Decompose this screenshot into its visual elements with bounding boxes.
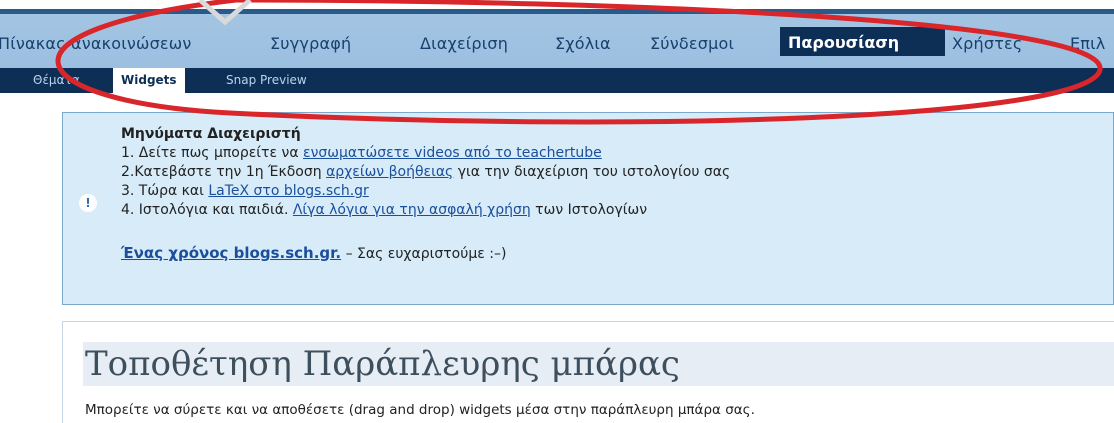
help-files-link[interactable]: αρχείων βοήθειας xyxy=(326,164,453,180)
admin-header-strip xyxy=(0,0,1114,14)
notice-line-1: 1. Δείτε πως μπορείτε να ενσωματώσετε vi… xyxy=(121,145,602,161)
notice-line-3: 3. Τώρα και LaTeX στο blogs.sch.gr xyxy=(121,183,369,199)
notice-text: 2.Κατεβάστε την 1η Έκδοση xyxy=(121,164,327,180)
widgets-panel: Τοποθέτηση Παράπλευρης μπάρας Μπορείτε ν… xyxy=(62,321,1114,423)
notice-line-5: Ένας χρόνος blogs.sch.gr. – Σας ευχαριστ… xyxy=(121,244,506,262)
nav-item-manage[interactable]: Διαχείριση xyxy=(420,34,508,53)
notice-line-4: 4. Ιστολόγια και παιδιά. Λίγα λόγια για … xyxy=(121,202,647,218)
sub-navigation: Θέματα Widgets Snap Preview xyxy=(0,68,1114,93)
info-icon: ! xyxy=(79,194,97,212)
notice-text: 3. Τώρα και xyxy=(121,183,209,199)
page-description: Μπορείτε να σύρετε και να αποθέσετε (dra… xyxy=(85,402,755,418)
notice-text: 4. Ιστολόγια και παιδιά. xyxy=(121,202,293,218)
notice-title: Μηνύματα Διαχειριστή xyxy=(121,126,301,142)
nav-item-users[interactable]: Χρήστες xyxy=(952,34,1022,53)
notice-text: 1. Δείτε πως μπορείτε να xyxy=(121,145,303,161)
notice-line-2: 2.Κατεβάστε την 1η Έκδοση αρχείων βοήθει… xyxy=(121,164,730,180)
nav-item-links[interactable]: Σύνδεσμοι xyxy=(650,34,734,53)
safe-use-link[interactable]: Λίγα λόγια για την ασφαλή χρήση xyxy=(293,202,531,218)
subnav-snap-preview[interactable]: Snap Preview xyxy=(226,73,307,87)
nav-item-dashboard[interactable]: Πίνακας ανακοινώσεων xyxy=(0,34,192,53)
notice-text: για την διαχείριση του ιστολογίου σας xyxy=(453,164,731,180)
nav-item-options[interactable]: Επιλ xyxy=(1070,34,1105,53)
page-title: Τοποθέτηση Παράπλευρης μπάρας xyxy=(83,342,1114,386)
subnav-widgets[interactable]: Widgets xyxy=(113,68,185,93)
anniversary-link[interactable]: Ένας χρόνος blogs.sch.gr. xyxy=(121,244,341,262)
nav-item-presentation[interactable]: Παρουσίαση xyxy=(780,27,945,56)
notice-text: των Ιστολογίων xyxy=(530,202,648,218)
nav-item-write[interactable]: Συγγραφή xyxy=(270,34,351,53)
subnav-themes[interactable]: Θέματα xyxy=(33,73,80,87)
nav-item-comments[interactable]: Σχόλια xyxy=(555,34,611,53)
latex-link[interactable]: LaTeX στο blogs.sch.gr xyxy=(208,183,368,199)
notice-text: – Σας ευχαριστούμε :–) xyxy=(341,246,507,262)
main-navigation: Πίνακας ανακοινώσεων Συγγραφή Διαχείριση… xyxy=(0,14,1114,68)
admin-messages-notice: ! Μηνύματα Διαχειριστή 1. Δείτε πως μπορ… xyxy=(62,112,1114,305)
teachertube-link[interactable]: ενσωματώσετε videos από το teachertube xyxy=(303,145,602,161)
